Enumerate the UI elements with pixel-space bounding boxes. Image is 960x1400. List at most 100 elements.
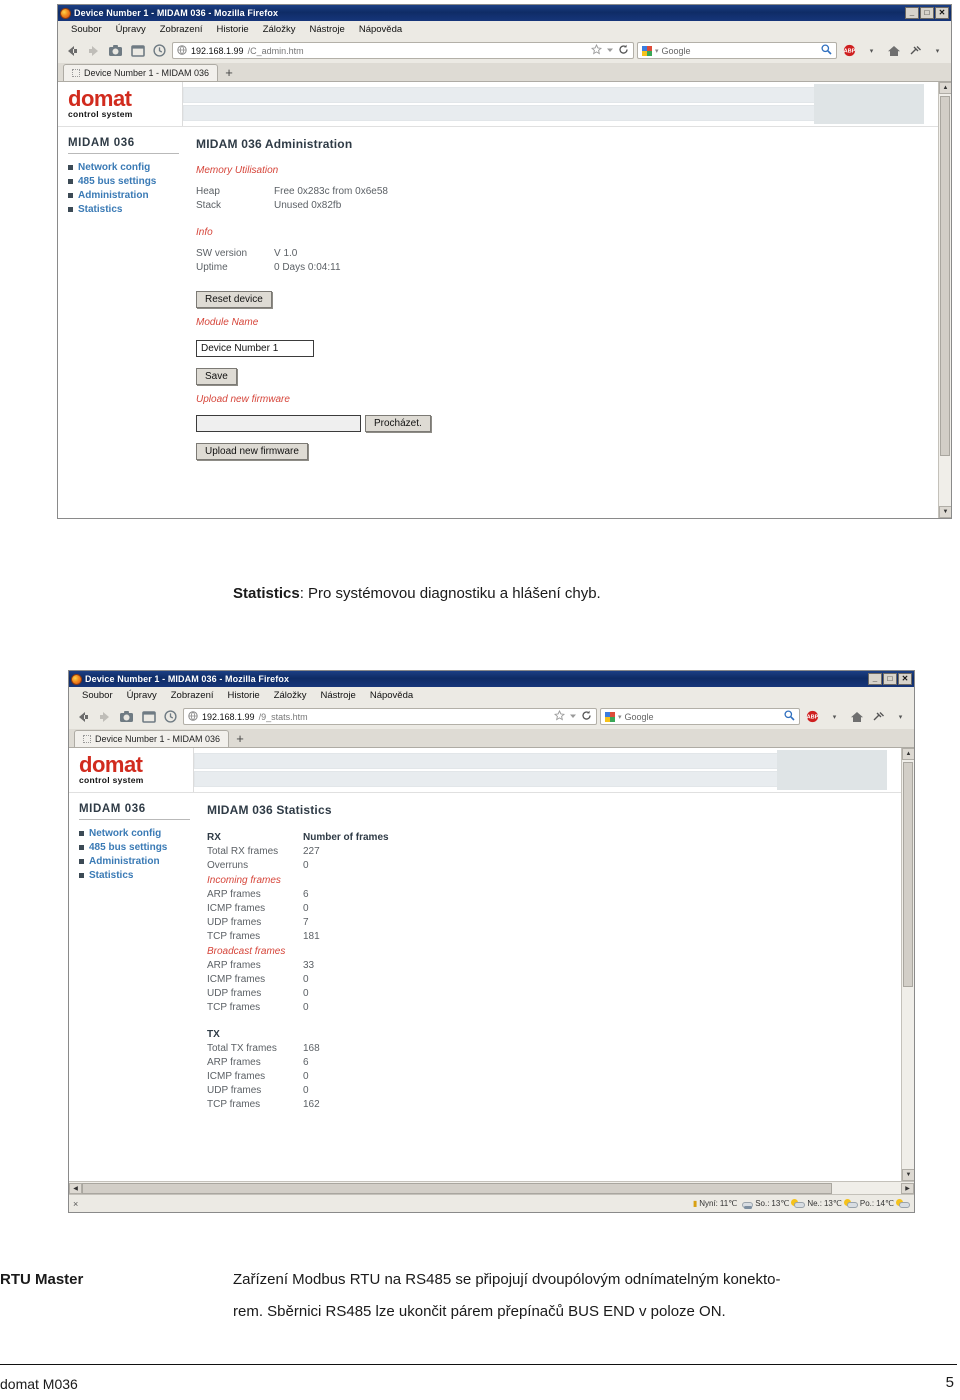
sidebar-item-administration[interactable]: Administration <box>68 190 183 201</box>
search-icon[interactable] <box>784 710 795 723</box>
menu-historie[interactable]: Historie <box>221 690 267 701</box>
window-icon[interactable] <box>128 41 147 60</box>
term-rtu-master: RTU Master <box>0 1271 84 1288</box>
search-engine-caret-icon[interactable]: ▾ <box>618 713 622 721</box>
vertical-scrollbar[interactable]: ▲ ▼ <box>938 82 951 518</box>
back-icon[interactable] <box>62 41 81 60</box>
search-bar[interactable]: ▾ Google <box>637 42 837 59</box>
bookmark-star-icon[interactable] <box>590 43 603 57</box>
scrollbar-thumb[interactable] <box>903 762 913 987</box>
google-icon <box>642 45 652 56</box>
dropdown-marker-icon[interactable] <box>569 712 577 722</box>
address-bar[interactable]: 192.168.1.99/9_stats.htm <box>183 708 597 725</box>
search-icon[interactable] <box>821 44 832 57</box>
address-bar[interactable]: 192.168.1.99/C_admin.htm <box>172 42 634 59</box>
download-icon[interactable] <box>106 41 125 60</box>
abp-addon-icon[interactable]: ABP <box>803 707 822 726</box>
sidebar-item-statistics[interactable]: Statistics <box>79 870 194 881</box>
tab-device-number-1[interactable]: Device Number 1 - MIDAM 036 <box>74 730 230 747</box>
menu-zalozky[interactable]: Záložky <box>256 24 303 35</box>
scroll-down-arrow-icon[interactable]: ▼ <box>939 506 951 518</box>
scroll-up-arrow-icon[interactable]: ▲ <box>939 82 951 94</box>
scroll-right-arrow-icon[interactable]: ▶ <box>901 1182 914 1194</box>
menu-napoveda[interactable]: Nápověda <box>363 690 420 701</box>
menu-nastroje[interactable]: Nástroje <box>302 24 351 35</box>
sidebar-item-administration[interactable]: Administration <box>79 856 194 867</box>
module-name-input[interactable] <box>196 340 314 357</box>
stats-row: ARP frames 6 <box>207 888 901 902</box>
save-button[interactable]: Save <box>196 368 237 385</box>
maximize-button[interactable]: □ <box>883 673 897 685</box>
menu-zobrazeni[interactable]: Zobrazení <box>153 24 210 35</box>
sidebar-item-network-config[interactable]: Network config <box>79 828 194 839</box>
hscrollbar-thumb[interactable] <box>82 1182 832 1194</box>
term-description-line-2: rem. Sběrnici RS485 lze ukončit párem př… <box>233 1303 726 1320</box>
plugin-icon[interactable] <box>869 707 888 726</box>
back-icon[interactable] <box>73 707 92 726</box>
browse-button[interactable]: Procházet. <box>365 415 431 432</box>
close-button[interactable]: ✕ <box>935 7 949 19</box>
history-clock-icon[interactable] <box>161 707 180 726</box>
scrollbar-thumb[interactable] <box>940 96 950 456</box>
bookmark-star-icon[interactable] <box>553 709 566 723</box>
weather-widget[interactable]: ▮ Nyní: 11℃ So.: 13℃ Ne.: 13℃ Po.: 14℃ <box>693 1198 910 1209</box>
forward-icon[interactable] <box>84 41 103 60</box>
vertical-scrollbar[interactable]: ▲ ▼ <box>901 748 914 1181</box>
search-engine-caret-icon[interactable]: ▾ <box>655 47 659 55</box>
minimize-button[interactable]: _ <box>868 673 882 685</box>
toolbar-overflow-caret-icon[interactable]: ▾ <box>891 707 910 726</box>
bullet-icon <box>68 207 73 212</box>
footer-left: domat M036 <box>0 1376 78 1392</box>
menu-nastroje[interactable]: Nástroje <box>313 690 362 701</box>
maximize-button[interactable]: □ <box>920 7 934 19</box>
abp-caret-icon[interactable]: ▾ <box>825 707 844 726</box>
tab-device-number-1[interactable]: Device Number 1 - MIDAM 036 <box>63 64 219 81</box>
menu-soubor[interactable]: Soubor <box>64 24 109 35</box>
abp-addon-icon[interactable]: ABP <box>840 41 859 60</box>
statusbar-close-icon[interactable]: × <box>73 1199 87 1209</box>
reset-device-button[interactable]: Reset device <box>196 291 272 308</box>
new-tab-button[interactable]: + <box>229 731 251 747</box>
reload-icon[interactable] <box>581 710 592 723</box>
new-tab-button[interactable]: + <box>218 65 240 81</box>
scroll-up-arrow-icon[interactable]: ▲ <box>902 748 914 760</box>
forward-icon[interactable] <box>95 707 114 726</box>
term-description-line-1: Zařízení Modbus RTU na RS485 se připojuj… <box>233 1271 781 1288</box>
history-clock-icon[interactable] <box>150 41 169 60</box>
info-value: 0 Days 0:04:11 <box>274 262 341 273</box>
search-bar[interactable]: ▾ Google <box>600 708 800 725</box>
firmware-file-input[interactable] <box>196 415 361 432</box>
sidebar-item-485-bus-settings[interactable]: 485 bus settings <box>68 176 183 187</box>
scroll-left-arrow-icon[interactable]: ◀ <box>69 1182 82 1194</box>
home-icon[interactable] <box>847 707 866 726</box>
abp-caret-icon[interactable]: ▾ <box>862 41 881 60</box>
browser-window-admin[interactable]: Device Number 1 - MIDAM 036 - Mozilla Fi… <box>57 4 952 519</box>
menu-zalozky[interactable]: Záložky <box>267 690 314 701</box>
menu-zobrazeni[interactable]: Zobrazení <box>164 690 221 701</box>
download-icon[interactable] <box>117 707 136 726</box>
menu-historie[interactable]: Historie <box>210 24 256 35</box>
stats-row: ICMP frames 0 <box>207 973 901 987</box>
minimize-button[interactable]: _ <box>905 7 919 19</box>
sidebar-item-485-bus-settings[interactable]: 485 bus settings <box>79 842 194 853</box>
window-icon[interactable] <box>139 707 158 726</box>
upload-firmware-button[interactable]: Upload new firmware <box>196 443 308 460</box>
memory-key: Heap <box>196 186 220 197</box>
info-row-sw-version: SW version V 1.0 <box>196 248 938 259</box>
horizontal-scrollbar[interactable]: ◀ ▶ <box>69 1181 914 1194</box>
toolbar-overflow-caret-icon[interactable]: ▾ <box>928 41 947 60</box>
browser-window-statistics[interactable]: Device Number 1 - MIDAM 036 - Mozilla Fi… <box>68 670 915 1213</box>
navigation-toolbar: 192.168.1.99/C_admin.htm ▾ Google ABP ▾ … <box>58 38 951 63</box>
menu-upravy[interactable]: Úpravy <box>109 24 153 35</box>
scroll-down-arrow-icon[interactable]: ▼ <box>902 1169 914 1181</box>
sidebar-item-network-config[interactable]: Network config <box>68 162 183 173</box>
menu-napoveda[interactable]: Nápověda <box>352 24 409 35</box>
reload-icon[interactable] <box>618 44 629 57</box>
menu-soubor[interactable]: Soubor <box>75 690 120 701</box>
close-button[interactable]: ✕ <box>898 673 912 685</box>
menu-upravy[interactable]: Úpravy <box>120 690 164 701</box>
sidebar-item-statistics[interactable]: Statistics <box>68 204 183 215</box>
dropdown-marker-icon[interactable] <box>606 46 614 56</box>
plugin-icon[interactable] <box>906 41 925 60</box>
home-icon[interactable] <box>884 41 903 60</box>
